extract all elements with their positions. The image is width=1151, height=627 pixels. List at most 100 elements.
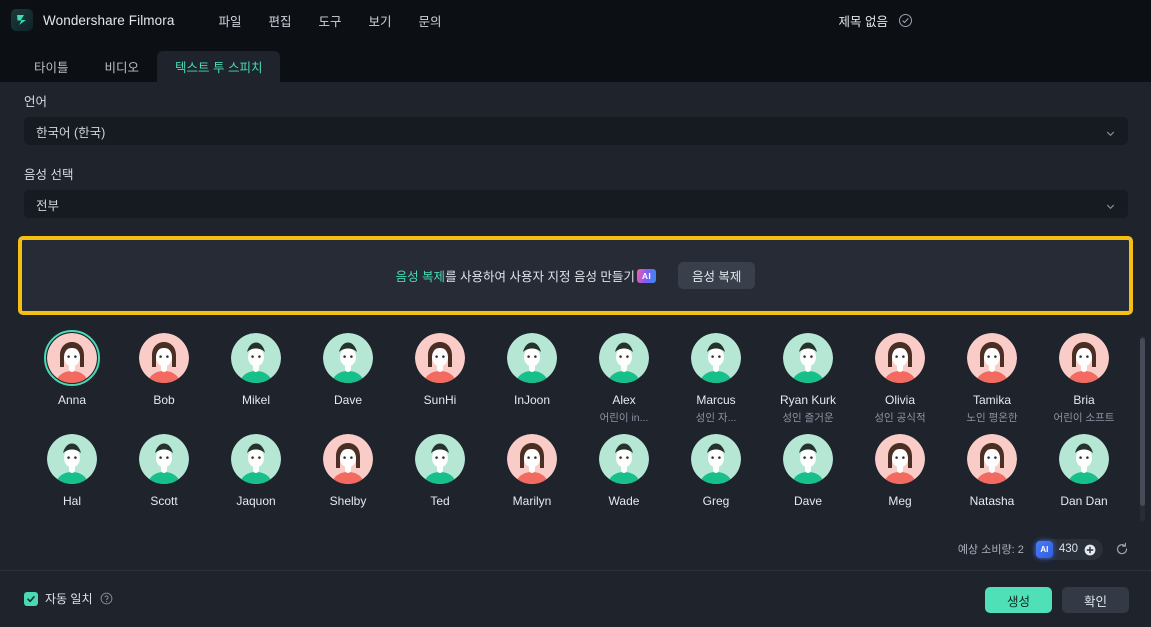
estimated-usage-label: 예상 소비량: 2 <box>957 544 1024 556</box>
language-label: 언어 <box>24 95 48 109</box>
avatar-icon <box>139 434 189 484</box>
voice-card[interactable]: Bria 어린이 소프트 <box>1038 330 1130 425</box>
voice-avatar[interactable] <box>412 330 468 386</box>
avatar-icon <box>507 434 557 484</box>
menu-view[interactable]: 보기 <box>369 11 392 30</box>
auto-match-checkbox[interactable] <box>24 591 38 606</box>
voice-card[interactable]: Natasha <box>946 431 1038 511</box>
voice-avatar[interactable] <box>872 330 928 386</box>
voice-avatar[interactable] <box>320 431 376 487</box>
voice-card[interactable]: Wade <box>578 431 670 511</box>
voice-name: Marcus <box>696 393 736 407</box>
voice-avatar[interactable] <box>872 431 928 487</box>
voice-card[interactable]: Olivia 성인 공식적 <box>854 330 946 425</box>
voice-name: Marilyn <box>512 494 552 508</box>
voice-clone-link[interactable]: 음성 복제 <box>396 266 445 285</box>
menu-file[interactable]: 파일 <box>218 11 241 30</box>
voice-select-label: 음성 선택 <box>24 168 74 182</box>
voice-card[interactable]: Dave <box>762 431 854 511</box>
plus-circle-icon[interactable] <box>1084 543 1096 556</box>
voice-card[interactable]: Hal <box>26 431 118 511</box>
voice-avatar[interactable] <box>964 330 1020 386</box>
voice-avatar[interactable] <box>780 431 836 487</box>
footer-buttons: 생성 확인 <box>984 587 1129 613</box>
ai-credit-icon: AI <box>1035 540 1053 558</box>
voice-name: Dave <box>333 393 362 407</box>
voice-card[interactable]: Bob <box>118 330 210 425</box>
tab-text-to-speech[interactable]: 텍스트 투 스피치 <box>157 51 281 82</box>
voice-description: 어린이 소프트 <box>1053 412 1115 424</box>
voice-card[interactable]: Ryan Kurk 성인 즐거운 <box>762 330 854 425</box>
voice-card[interactable]: Dave <box>302 330 394 425</box>
voice-card[interactable]: Greg <box>670 431 762 511</box>
avatar-icon <box>599 434 649 484</box>
voice-avatar[interactable] <box>228 330 284 386</box>
language-select[interactable]: 한국어 (한국) <box>24 117 1128 145</box>
voice-card[interactable]: InJoon <box>486 330 578 425</box>
scrollbar-thumb[interactable] <box>1140 338 1145 506</box>
voice-card[interactable]: Shelby <box>302 431 394 511</box>
voice-select[interactable]: 전부 <box>24 190 1128 218</box>
voice-avatar[interactable] <box>596 330 652 386</box>
voice-grid-scrollbar[interactable] <box>1140 336 1145 522</box>
voice-card[interactable]: Dan Dan <box>1038 431 1130 511</box>
voice-card[interactable]: SunHi <box>394 330 486 425</box>
voice-card[interactable]: Marcus 성인 자... <box>670 330 762 425</box>
menu-contact[interactable]: 문의 <box>419 11 442 30</box>
tab-video[interactable]: 비디오 <box>87 51 158 82</box>
voice-avatar[interactable] <box>688 330 744 386</box>
voice-card[interactable]: Scott <box>118 431 210 511</box>
avatar-icon <box>875 434 925 484</box>
voice-card[interactable]: Anna <box>26 330 118 425</box>
voice-avatar[interactable] <box>1056 431 1112 487</box>
voice-card[interactable]: Ted <box>394 431 486 511</box>
voice-avatar[interactable] <box>136 330 192 386</box>
voice-card[interactable]: Alex 어린이 in... <box>578 330 670 425</box>
avatar-icon <box>139 333 189 383</box>
voice-name: Olivia <box>884 393 915 407</box>
voice-description: 성인 즐거운 <box>782 412 834 424</box>
voice-card[interactable]: Marilyn <box>486 431 578 511</box>
avatar-icon <box>507 333 557 383</box>
voice-name: Ted <box>430 494 450 508</box>
refresh-icon[interactable] <box>1115 542 1129 556</box>
chevron-down-icon <box>1105 199 1116 210</box>
voice-avatar[interactable] <box>688 431 744 487</box>
confirm-button[interactable]: 확인 <box>1061 587 1129 613</box>
voice-card[interactable]: Jaquon <box>210 431 302 511</box>
voice-name: SunHi <box>423 393 457 407</box>
generate-button[interactable]: 생성 <box>984 587 1052 613</box>
voice-card[interactable]: Mikel <box>210 330 302 425</box>
voice-name: Alex <box>612 393 636 407</box>
voice-avatar[interactable] <box>320 330 376 386</box>
menu-tools[interactable]: 도구 <box>318 11 341 30</box>
voice-avatar[interactable] <box>780 330 836 386</box>
voice-avatar[interactable] <box>412 431 468 487</box>
voice-avatar[interactable] <box>596 431 652 487</box>
voice-description: 성인 자... <box>695 412 737 424</box>
voice-card[interactable]: Tamika 노인 평온한 <box>946 330 1038 425</box>
voice-avatar[interactable] <box>1056 330 1112 386</box>
title-bar: Wondershare Filmora 파일 편집 도구 보기 문의 제목 없음 <box>0 0 1151 40</box>
filmora-tts-window: Wondershare Filmora 파일 편집 도구 보기 문의 제목 없음… <box>0 0 1151 627</box>
menu-edit[interactable]: 편집 <box>268 11 291 30</box>
voice-name: Wade <box>608 494 640 508</box>
voice-card[interactable]: Meg <box>854 431 946 511</box>
avatar-icon <box>231 333 281 383</box>
tab-titles[interactable]: 타이틀 <box>16 51 87 82</box>
voice-name: Jaquon <box>236 494 276 508</box>
voice-name: Tamika <box>972 393 1011 407</box>
voice-clone-button[interactable]: 음성 복제 <box>677 262 756 289</box>
voice-avatar[interactable] <box>44 431 100 487</box>
voice-avatar[interactable] <box>136 431 192 487</box>
voice-name: Dave <box>793 494 822 508</box>
voice-avatar[interactable] <box>228 431 284 487</box>
voice-name: Anna <box>57 393 87 407</box>
credit-balance-pill[interactable]: AI 430 <box>1032 538 1103 560</box>
help-circle-icon[interactable] <box>100 592 113 605</box>
voice-avatar[interactable] <box>504 330 560 386</box>
voice-avatar[interactable] <box>504 431 560 487</box>
auto-match-row[interactable]: 자동 일치 <box>24 590 113 607</box>
voice-avatar[interactable] <box>964 431 1020 487</box>
voice-avatar-selected[interactable] <box>44 330 100 386</box>
